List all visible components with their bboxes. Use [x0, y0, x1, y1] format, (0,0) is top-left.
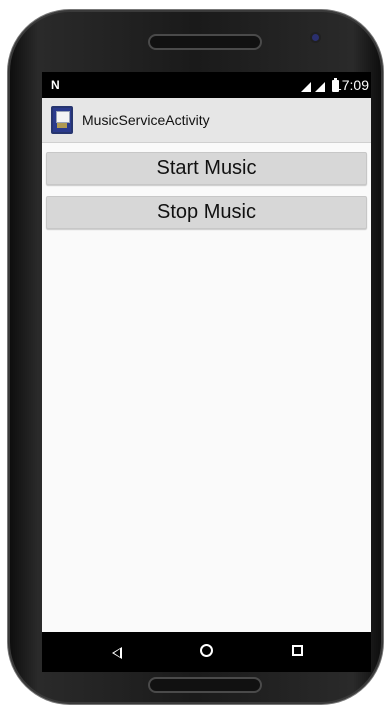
top-speaker	[148, 34, 262, 50]
app-title: MusicServiceActivity	[82, 112, 210, 128]
start-music-button[interactable]: Start Music	[46, 152, 367, 185]
navigation-bar	[42, 632, 371, 672]
recents-icon[interactable]	[292, 645, 303, 656]
notification-icon: N	[51, 78, 60, 92]
app-bar: MusicServiceActivity	[42, 98, 371, 143]
status-bar: N 17:09	[42, 72, 371, 98]
stop-music-button[interactable]: Stop Music	[46, 196, 367, 229]
front-camera	[312, 34, 319, 41]
home-icon[interactable]	[200, 644, 213, 657]
bottom-speaker	[148, 677, 262, 693]
back-icon[interactable]	[112, 647, 122, 659]
app-icon	[51, 106, 73, 134]
phone-frame: N 17:09 MusicServiceActivity Start Music…	[8, 10, 383, 704]
signal-icon	[315, 82, 325, 92]
signal-icon	[301, 82, 311, 92]
device-screen: N 17:09 MusicServiceActivity Start Music…	[42, 72, 371, 672]
status-time: 17:09	[333, 77, 369, 93]
